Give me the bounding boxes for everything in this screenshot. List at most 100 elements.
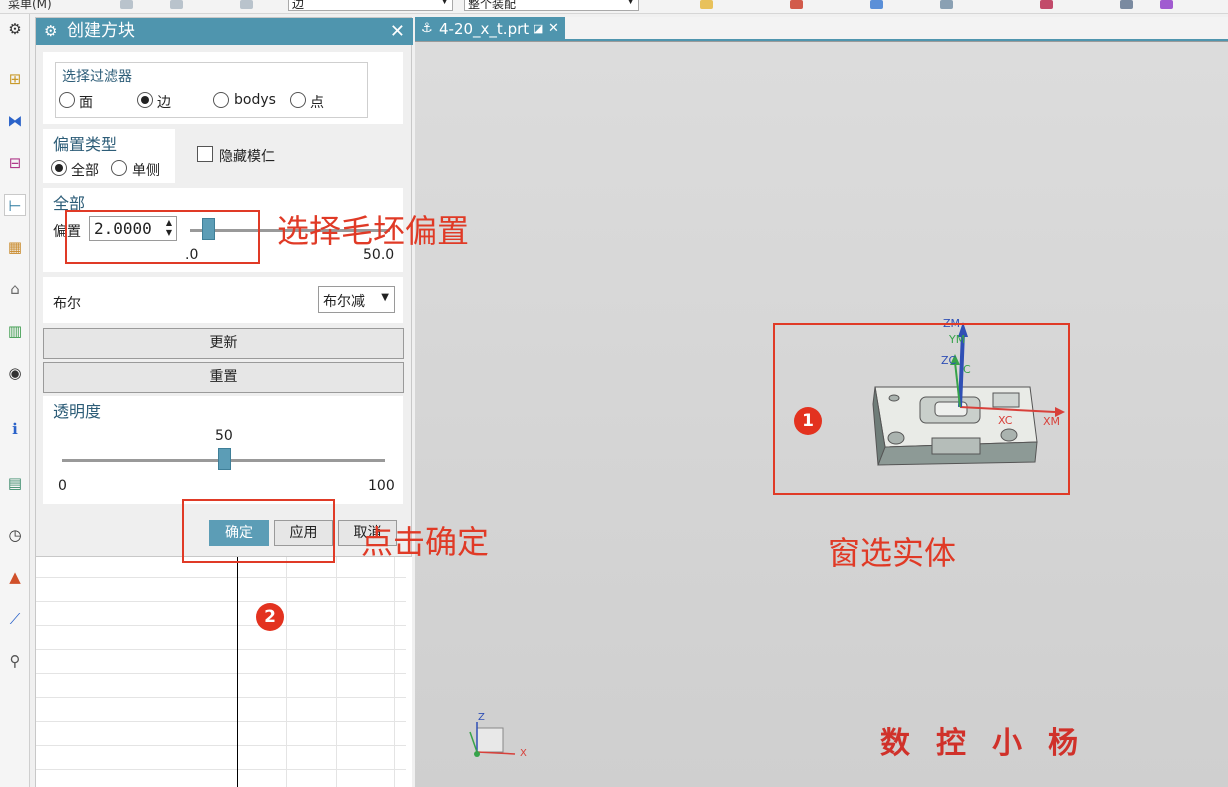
close-icon[interactable]: ✕ xyxy=(548,17,559,41)
color-palette-icon[interactable]: ▲ xyxy=(4,566,26,588)
list-row xyxy=(36,601,406,602)
close-icon[interactable]: ✕ xyxy=(390,18,405,45)
watermark: 数控小杨 xyxy=(880,726,1104,761)
visibility-eye-icon[interactable]: ◉ xyxy=(4,362,26,384)
filter-face-radio[interactable] xyxy=(59,92,75,108)
offset-type-panel: 偏置类型 全部 单侧 xyxy=(43,129,175,183)
resource-bar: ⚙ ⊞ ⧓ ⊟ ⊢ ▦ ⌂ ▥ ◉ ℹ ▤ ◷ ▲ ⟋ ⚲ xyxy=(0,14,30,787)
offset-single-label: 单侧 xyxy=(132,163,160,179)
ok-highlight-box xyxy=(182,499,335,563)
boolean-panel: 布尔 布尔减 ▼ xyxy=(43,277,403,323)
part-file-tab[interactable]: ⚓ 4-20_x_t.prt ◪ ✕ xyxy=(415,17,565,41)
part-navigator-icon[interactable]: ⊟ xyxy=(4,152,26,174)
list-row xyxy=(36,649,406,650)
filter-edge-radio[interactable] xyxy=(137,92,153,108)
analysis-icon[interactable]: ⟋ xyxy=(4,608,26,630)
transparency-max: 100 xyxy=(368,478,395,494)
filter-panel: 选择过滤器 面 边 bodys 点 xyxy=(43,52,403,124)
list-row xyxy=(36,577,406,578)
document-icon[interactable]: ▤ xyxy=(4,472,26,494)
offset-highlight-box xyxy=(65,210,260,264)
list-row xyxy=(36,721,406,722)
triad-z-label: Z xyxy=(478,712,485,723)
list-column-divider[interactable] xyxy=(237,557,238,787)
offset-type-title: 偏置类型 xyxy=(53,135,118,154)
step-badge-2: 2 xyxy=(256,603,284,631)
list-column-divider[interactable] xyxy=(394,557,395,787)
tab-strip xyxy=(565,17,1228,41)
toolbar-icon[interactable] xyxy=(700,0,713,9)
transparency-slider-thumb[interactable] xyxy=(217,448,231,470)
window-select-annotation: 窗选实体 xyxy=(828,534,957,572)
transparency-value: 50 xyxy=(215,428,233,444)
list-column-divider[interactable] xyxy=(336,557,337,787)
window-icon[interactable]: ◪ xyxy=(533,17,543,41)
top-toolbar: 菜单(M) 边 ▼ 整个装配 ▼ xyxy=(0,0,1228,14)
hd3d-tools-icon[interactable]: ▦ xyxy=(4,236,26,258)
info-icon[interactable]: ℹ xyxy=(4,418,26,440)
toolbar-icon[interactable] xyxy=(240,0,253,9)
select-offset-annotation: 选择毛坯偏置 xyxy=(277,212,470,250)
step-badge-1: 1 xyxy=(794,407,822,435)
filter-bodys-radio[interactable] xyxy=(213,92,229,108)
create-block-dialog: ⚙ 创建方块 ✕ 选择过滤器 面 边 bodys 点 偏置类型 全部 单侧 隐藏… xyxy=(35,17,413,557)
navigator-list xyxy=(35,557,412,787)
triad-x-label: X xyxy=(520,748,527,759)
dialog-title: 创建方块 xyxy=(67,21,135,41)
part-file-name: 4-20_x_t.prt xyxy=(439,20,530,38)
filter-edge-label: 边 xyxy=(157,95,171,111)
list-column-divider[interactable] xyxy=(286,557,287,787)
toolbar-icon[interactable] xyxy=(1040,0,1053,9)
hide-core-checkbox[interactable] xyxy=(197,146,213,162)
chevron-down-icon: ▼ xyxy=(441,0,448,6)
click-ok-annotation: 点击确定 xyxy=(361,523,490,561)
window-select-box xyxy=(773,323,1070,495)
assembly-scope-dropdown[interactable]: 整个装配 ▼ xyxy=(464,0,639,11)
constraint-navigator-icon[interactable]: ⧓ xyxy=(4,110,26,132)
toolbar-icon[interactable] xyxy=(870,0,883,9)
filter-point-label: 点 xyxy=(310,95,324,111)
transparency-panel: 透明度 50 0 100 xyxy=(43,396,403,504)
settings-gear-icon[interactable]: ⚙ xyxy=(4,18,26,40)
transparency-min: 0 xyxy=(58,478,67,494)
boolean-value: 布尔减 xyxy=(323,294,365,310)
clock-icon[interactable]: ◷ xyxy=(4,524,26,546)
list-row xyxy=(36,625,406,626)
boolean-dropdown[interactable]: 布尔减 ▼ xyxy=(318,286,395,313)
list-row xyxy=(36,745,406,746)
list-row xyxy=(36,673,406,674)
list-row xyxy=(36,697,406,698)
chevron-down-icon: ▼ xyxy=(627,0,634,6)
filter-title: 选择过滤器 xyxy=(62,69,132,85)
toolbar-icon[interactable] xyxy=(170,0,183,9)
hide-core-label: 隐藏模仁 xyxy=(219,149,275,165)
gear-icon: ⚙ xyxy=(44,22,58,40)
robot-icon[interactable]: ⚲ xyxy=(4,650,26,672)
dialog-title-bar: ⚙ 创建方块 ✕ xyxy=(36,18,413,45)
view-triad xyxy=(469,722,516,757)
web-browser-icon[interactable]: ⌂ xyxy=(4,278,26,300)
offset-all-radio[interactable] xyxy=(51,160,67,176)
reuse-library-icon[interactable]: ⊢ xyxy=(4,194,26,216)
menu-button[interactable]: 菜单(M) xyxy=(8,0,52,12)
toolbar-icon[interactable] xyxy=(940,0,953,9)
transparency-title: 透明度 xyxy=(53,402,102,421)
selection-filter-value: 边 xyxy=(292,0,305,11)
update-button[interactable]: 更新 xyxy=(43,328,404,359)
reset-button[interactable]: 重置 xyxy=(43,362,404,393)
assembly-navigator-icon[interactable]: ⊞ xyxy=(4,68,26,90)
offset-single-radio[interactable] xyxy=(111,160,127,176)
selection-filter-dropdown[interactable]: 边 ▼ xyxy=(288,0,453,11)
toolbar-icon[interactable] xyxy=(120,0,133,9)
filter-face-label: 面 xyxy=(79,95,93,111)
toolbar-icon[interactable] xyxy=(1160,0,1173,9)
assembly-scope-value: 整个装配 xyxy=(468,0,517,11)
offset-all-label: 全部 xyxy=(71,163,99,179)
toolbar-icon[interactable] xyxy=(1120,0,1133,9)
toolbar-icon[interactable] xyxy=(790,0,803,9)
filter-point-radio[interactable] xyxy=(290,92,306,108)
filter-bodys-label: bodys xyxy=(234,92,276,108)
history-palette-icon[interactable]: ▥ xyxy=(4,320,26,342)
list-row xyxy=(36,769,406,770)
boolean-label: 布尔 xyxy=(53,296,81,312)
